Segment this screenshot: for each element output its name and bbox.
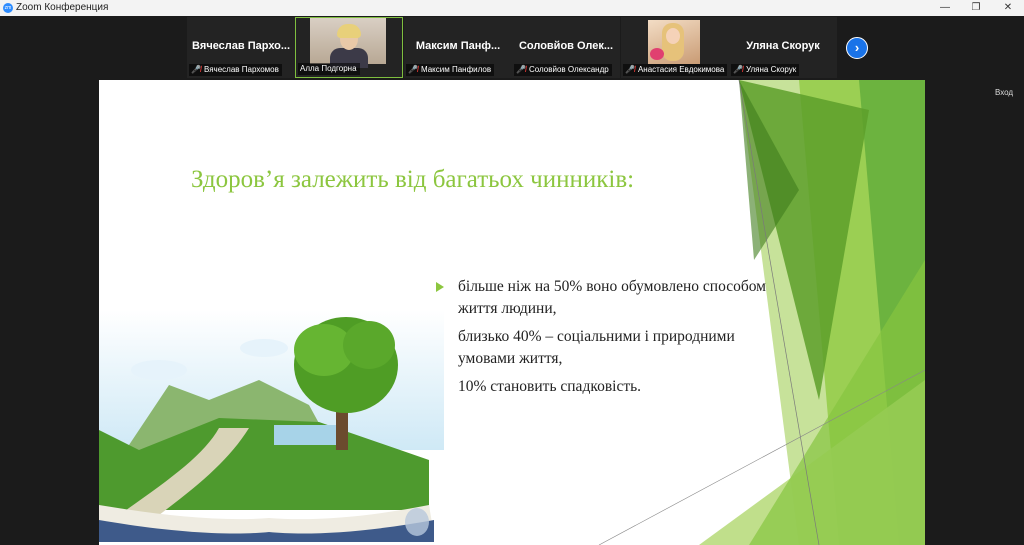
participant-tile[interactable]: Соловйов Олек... 🎤̸ Соловйов Олександр <box>512 17 620 78</box>
slide-title: Здоров’я залежить від багатьох чинників: <box>191 166 635 193</box>
slide-bullet-list: більше ніж на 50% воно обумовлено способ… <box>435 276 795 404</box>
participant-tile[interactable]: 🎤̸ Анастасия Евдокимова <box>621 17 729 78</box>
bullet-item: близько 40% – соціальними і природними у… <box>435 326 795 370</box>
open-book-tree-illustration <box>99 310 444 542</box>
bullet-arrow-icon <box>436 282 444 292</box>
muted-mic-icon: 🎤̸ <box>625 65 635 74</box>
participant-tile[interactable]: Максим Панф... 🎤̸ Максим Панфилов <box>404 17 512 78</box>
bullet-item: 10% становить спадковість. <box>435 376 795 398</box>
participant-caption: 🎤̸ Уляна Скорук <box>731 64 800 76</box>
maximize-button[interactable]: ❐ <box>960 0 992 16</box>
participant-strip: Вячеслав Пархо... 🎤̸ Вячеслав Пархомов Ал… <box>0 16 1024 80</box>
participant-caption: Алла Подгорна <box>298 63 360 75</box>
participant-caption: 🎤̸ Соловйов Олександр <box>514 64 612 76</box>
close-button[interactable]: ✕ <box>992 0 1024 16</box>
participant-video <box>648 20 700 64</box>
participant-caption: 🎤̸ Максим Панфилов <box>406 64 495 76</box>
participant-name: Вячеслав Пархо... <box>191 40 291 52</box>
participant-video <box>310 18 386 68</box>
participant-name: Уляна Скорук <box>746 40 820 52</box>
side-label[interactable]: Вход <box>995 88 1013 97</box>
participant-name: Соловйов Олек... <box>518 40 614 52</box>
minimize-button[interactable]: — <box>929 0 961 16</box>
participant-caption: 🎤̸ Анастасия Евдокимова <box>623 64 728 76</box>
muted-mic-icon: 🎤̸ <box>516 65 526 74</box>
shared-screen-slide: Здоров’я залежить від багатьох чинників:… <box>99 80 925 545</box>
bullet-item: більше ніж на 50% воно обумовлено способ… <box>435 276 795 320</box>
muted-mic-icon: 🎤̸ <box>733 65 743 74</box>
chevron-right-icon: › <box>854 40 860 55</box>
participant-name: Максим Панф... <box>415 40 501 52</box>
next-participants-button[interactable]: › <box>846 37 868 59</box>
participant-tile[interactable]: Уляна Скорук 🎤̸ Уляна Скорук <box>729 17 837 78</box>
muted-mic-icon: 🎤̸ <box>191 65 201 74</box>
participant-tile-active-speaker[interactable]: Алла Подгорна <box>295 17 403 78</box>
window-title: Zoom Конференция <box>16 2 109 13</box>
participant-tile[interactable]: Вячеслав Пархо... 🎤̸ Вячеслав Пархомов <box>187 17 295 78</box>
zoom-app-icon: zm <box>3 3 13 13</box>
window-title-bar: zm Zoom Конференция — ❐ ✕ <box>0 0 1024 16</box>
muted-mic-icon: 🎤̸ <box>408 65 418 74</box>
participant-caption: 🎤̸ Вячеслав Пархомов <box>189 64 282 76</box>
